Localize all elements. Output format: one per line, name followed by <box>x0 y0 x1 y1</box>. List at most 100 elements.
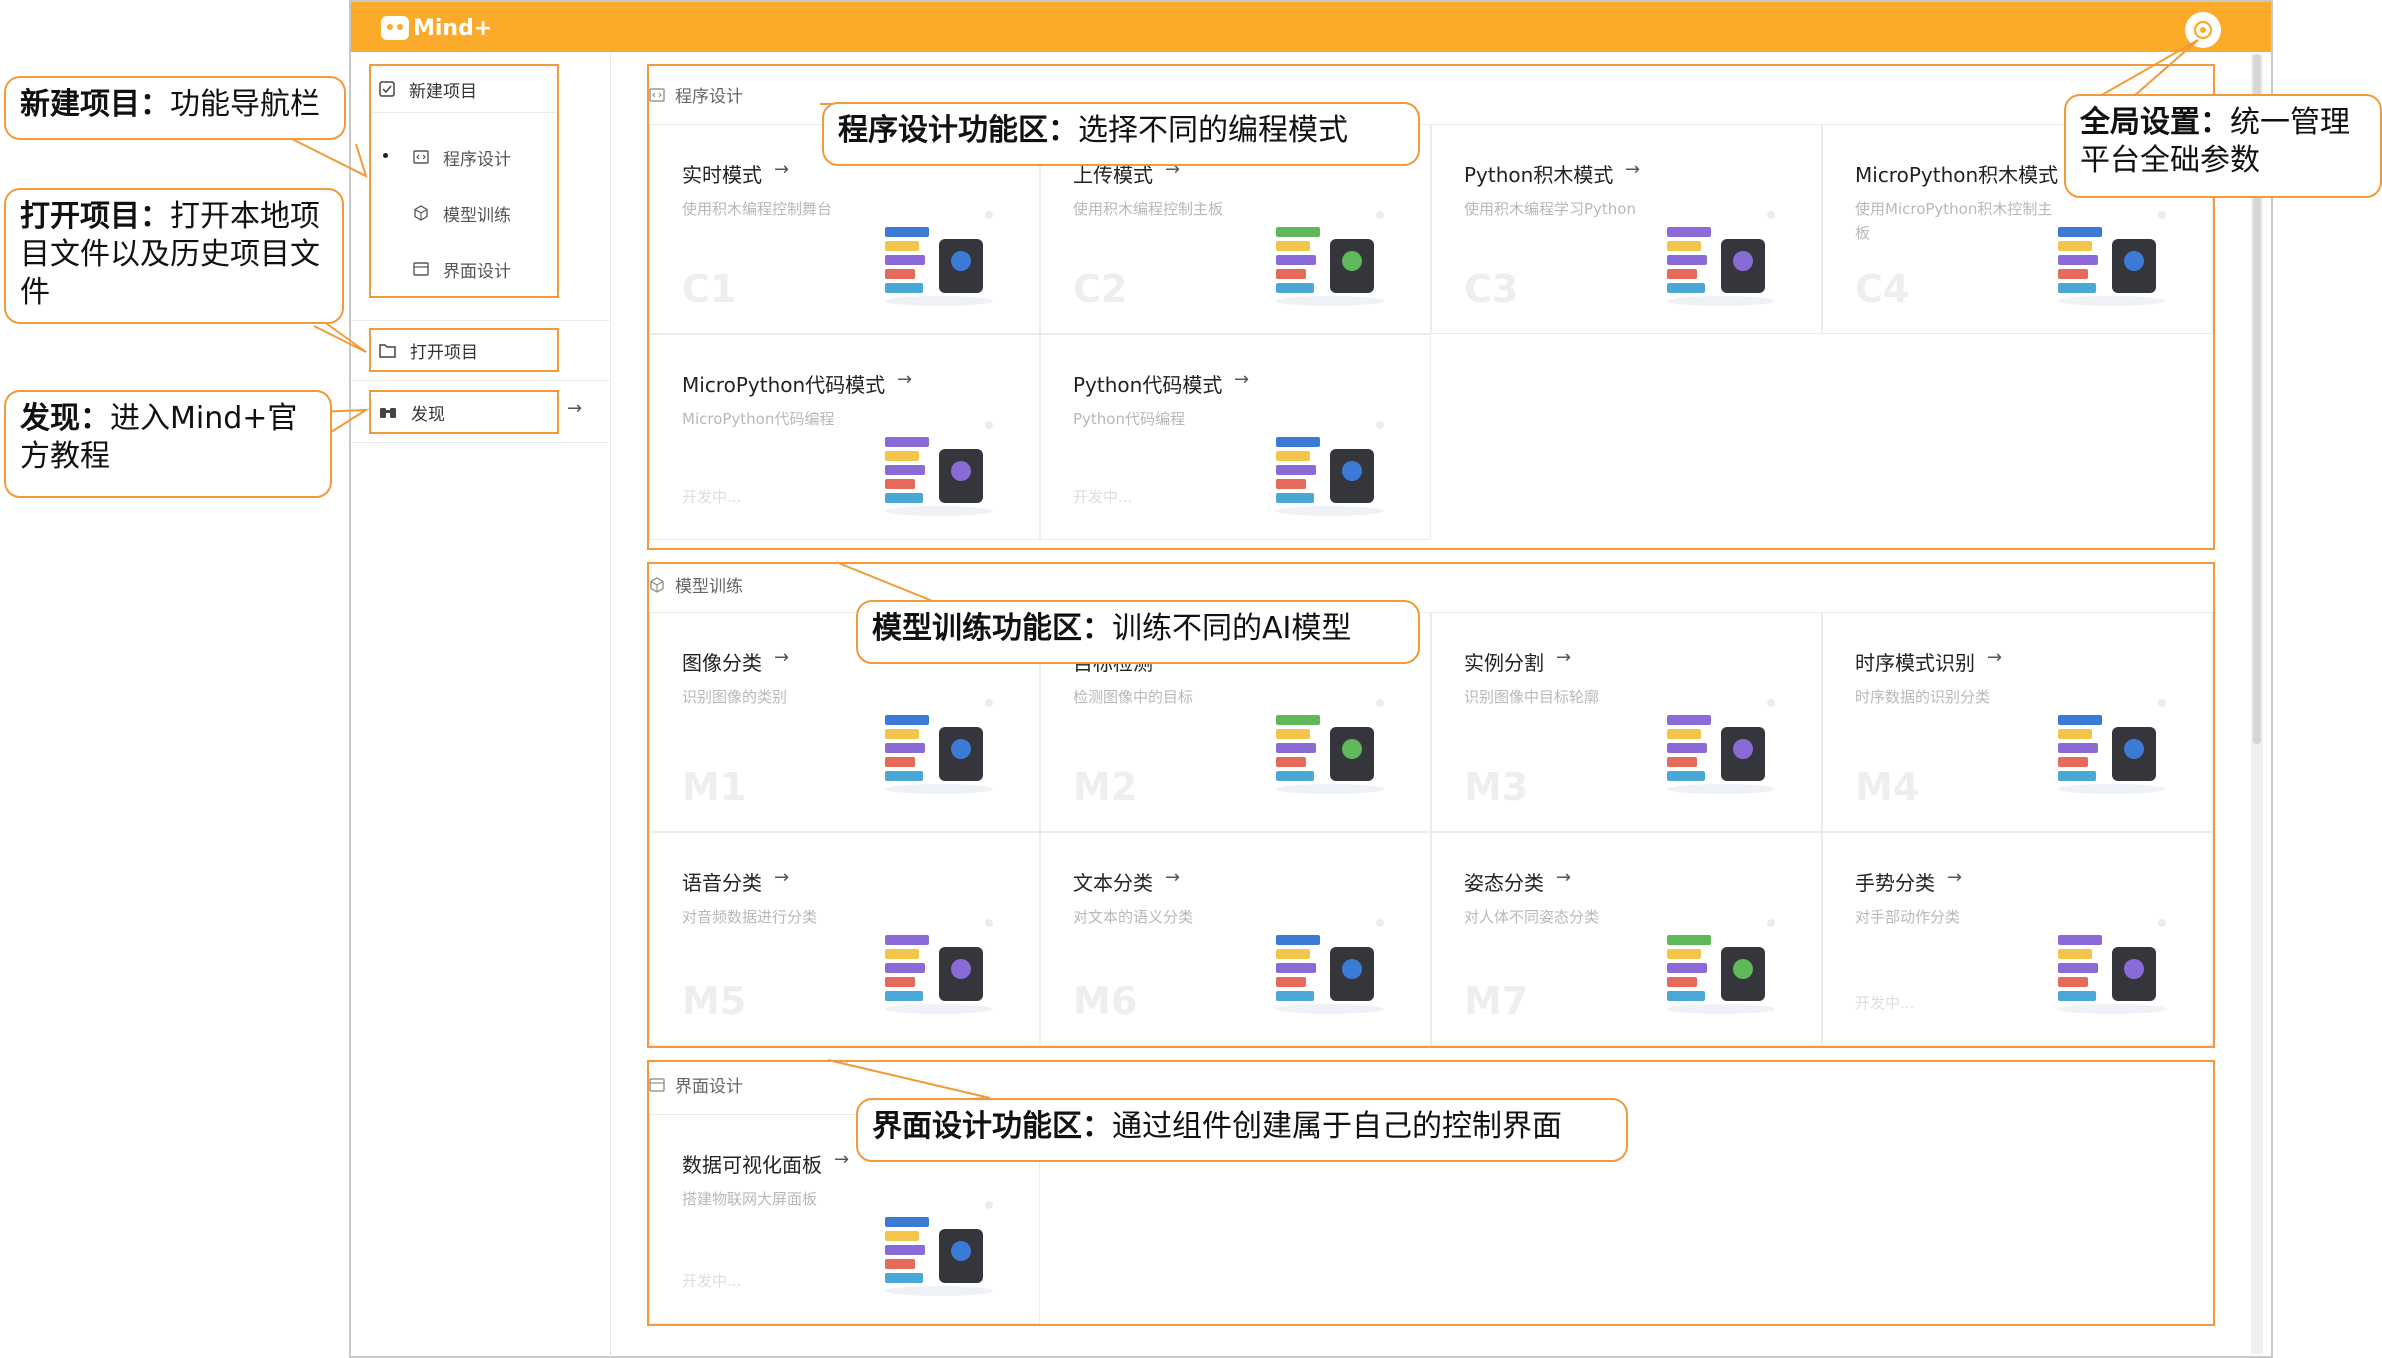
mode-card-title: 数据可视化面板 <box>682 1153 822 1177</box>
mode-card[interactable]: Python积木模式 → 使用积木编程学习Python C3 <box>1431 124 1822 334</box>
mode-card-code: C2 <box>1073 267 1128 311</box>
mode-card[interactable]: 手势分类 → 对手部动作分类 开发中... <box>1822 832 2213 1046</box>
arrow-right-icon: → <box>774 647 790 668</box>
mode-card[interactable]: 实例分割 → 识别图像中目标轮廓 M3 <box>1431 612 1822 832</box>
mode-illustration-icon <box>1667 211 1775 306</box>
binoculars-icon <box>380 407 396 418</box>
mode-card-code: M6 <box>1073 979 1138 1023</box>
nav-sub-label: 界面设计 <box>443 261 511 282</box>
mode-card-description: 对人体不同姿态分类 <box>1464 908 1600 926</box>
mode-card-description: 时序数据的识别分类 <box>1855 688 1991 706</box>
mode-card[interactable]: 姿态分类 → 对人体不同姿态分类 M7 <box>1431 832 1822 1046</box>
callout-new-project: 新建项目：功能导航栏 <box>4 76 346 140</box>
mode-card-description: 对手部动作分类 <box>1855 908 1961 926</box>
mode-card[interactable]: 文本分类 → 对文本的语义分类 M6 <box>1040 832 1431 1046</box>
mode-illustration-icon <box>885 211 993 306</box>
mode-card-title: 时序模式识别 <box>1855 651 1975 675</box>
mode-card[interactable]: MicroPython代码模式 → MicroPython代码编程 开发中... <box>649 334 1040 540</box>
robot-logo-icon <box>381 16 409 40</box>
folder-icon <box>379 343 396 358</box>
mode-card-description: 使用MicroPython积木控制主板 <box>1855 200 2053 242</box>
settings-gear-icon <box>2193 20 2213 40</box>
mode-card-dev-status: 开发中... <box>682 1272 742 1290</box>
mode-illustration-icon <box>885 699 993 794</box>
mode-card-description: 对音频数据进行分类 <box>682 908 818 926</box>
callout-text: 训练不同的AI模型 <box>1112 611 1352 646</box>
callout-bold: 程序设计功能区： <box>838 113 1078 148</box>
mode-card[interactable]: 时序模式识别 → 时序数据的识别分类 M4 <box>1822 612 2213 832</box>
layout-window-icon <box>413 262 429 276</box>
mode-illustration-icon <box>1276 211 1384 306</box>
mode-card-description: 识别图像的类别 <box>682 688 788 706</box>
nav-sub-program-design[interactable]: 程序设计 <box>413 140 511 174</box>
mode-illustration-icon <box>885 1201 993 1296</box>
mode-card[interactable]: 语音分类 → 对音频数据进行分类 M5 <box>649 832 1040 1046</box>
callout-model-training: 模型训练功能区：训练不同的AI模型 <box>856 600 1420 664</box>
nav-divider <box>351 380 611 381</box>
mode-card-code: C3 <box>1464 267 1519 311</box>
global-settings-button[interactable] <box>2185 12 2221 48</box>
ui-design-title: 界面设计 <box>649 1072 743 1097</box>
active-indicator-dot <box>383 153 388 158</box>
mode-illustration-icon <box>1276 421 1384 516</box>
mode-card-title: 实时模式 <box>682 163 762 187</box>
mode-card-description: 搭建物联网大屏面板 <box>682 1190 818 1208</box>
mode-card-title: 文本分类 <box>1073 871 1153 895</box>
cube-icon <box>414 205 428 221</box>
mode-card-title: Python代码模式 <box>1073 373 1223 397</box>
nav-new-project[interactable]: 新建项目 <box>379 72 477 106</box>
callout-bold: 打开项目： <box>20 199 170 234</box>
arrow-right-icon: → <box>1987 647 2003 668</box>
mode-card-description: 使用积木编程控制主板 <box>1073 200 1224 218</box>
top-bar: Mind+ <box>351 2 2271 52</box>
mode-illustration-icon <box>885 919 993 1014</box>
mode-card-description: MicroPython代码编程 <box>682 410 835 428</box>
mode-card-description: 使用积木编程控制舞台 <box>682 200 833 218</box>
cube-icon <box>650 576 664 593</box>
new-project-icon <box>379 81 395 97</box>
nav-divider <box>351 320 611 321</box>
nav-new-project-label: 新建项目 <box>409 81 477 102</box>
nav-open-project[interactable]: 打开项目 <box>379 333 478 367</box>
mode-card[interactable]: Python代码模式 → Python代码编程 开发中... <box>1040 334 1431 540</box>
mode-card-title: Python积木模式 <box>1464 163 1614 187</box>
nav-sub-ui-design[interactable]: 界面设计 <box>413 252 511 286</box>
mode-card-description: Python代码编程 <box>1073 410 1185 428</box>
mode-card-description: 使用积木编程学习Python <box>1464 200 1636 218</box>
mode-card-code: M1 <box>682 765 747 809</box>
mode-card-dev-status: 开发中... <box>1073 488 1133 506</box>
mode-illustration-icon <box>1276 699 1384 794</box>
arrow-right-icon: → <box>1556 867 1572 888</box>
mind-plus-logo[interactable]: Mind+ <box>381 13 492 43</box>
mode-card-title: MicroPython积木模式 <box>1855 163 2059 187</box>
mode-card-dev-status: 开发中... <box>1855 994 1915 1012</box>
code-window-icon <box>413 150 429 164</box>
code-window-icon <box>649 87 665 102</box>
arrow-right-icon: → <box>1165 867 1181 888</box>
mode-card-title: 图像分类 <box>682 651 762 675</box>
callout-discover: 发现：进入Mind+官方教程 <box>4 390 332 498</box>
model-training-title: 模型训练 <box>649 572 743 597</box>
mode-card-description: 检测图像中的目标 <box>1073 688 1194 706</box>
discover-arrow-icon[interactable]: → <box>567 398 582 419</box>
arrow-right-icon: → <box>774 159 790 180</box>
mode-illustration-icon <box>2058 211 2166 306</box>
callout-bold: 新建项目： <box>20 87 170 122</box>
nav-discover[interactable]: 发现 <box>379 395 445 429</box>
mode-card-title: 手势分类 <box>1855 871 1935 895</box>
mode-card-code: M2 <box>1073 765 1138 809</box>
callout-open-project: 打开项目：打开本地项目文件以及历史项目文件 <box>4 188 344 324</box>
mode-illustration-icon <box>1667 699 1775 794</box>
program-card-grid: 实时模式 → 使用积木编程控制舞台 C1 上传模式 → 使用积木编程控制主板 C2 Python… <box>649 124 2213 546</box>
callout-bold: 模型训练功能区： <box>872 611 1112 646</box>
nav-sub-label: 程序设计 <box>443 149 511 170</box>
mode-card-title: 姿态分类 <box>1464 871 1544 895</box>
mode-illustration-icon <box>2058 919 2166 1014</box>
nav-sub-model-training[interactable]: 模型训练 <box>413 196 511 230</box>
mode-card-code: M5 <box>682 979 747 1023</box>
arrow-right-icon: → <box>834 1149 850 1170</box>
mode-card-code: C4 <box>1855 267 1910 311</box>
arrow-right-icon: → <box>774 867 790 888</box>
nav-divider <box>371 112 557 113</box>
left-navigation: 新建项目 程序设计 模型训练 界面设计 打开项目 发现 → <box>351 52 611 1358</box>
